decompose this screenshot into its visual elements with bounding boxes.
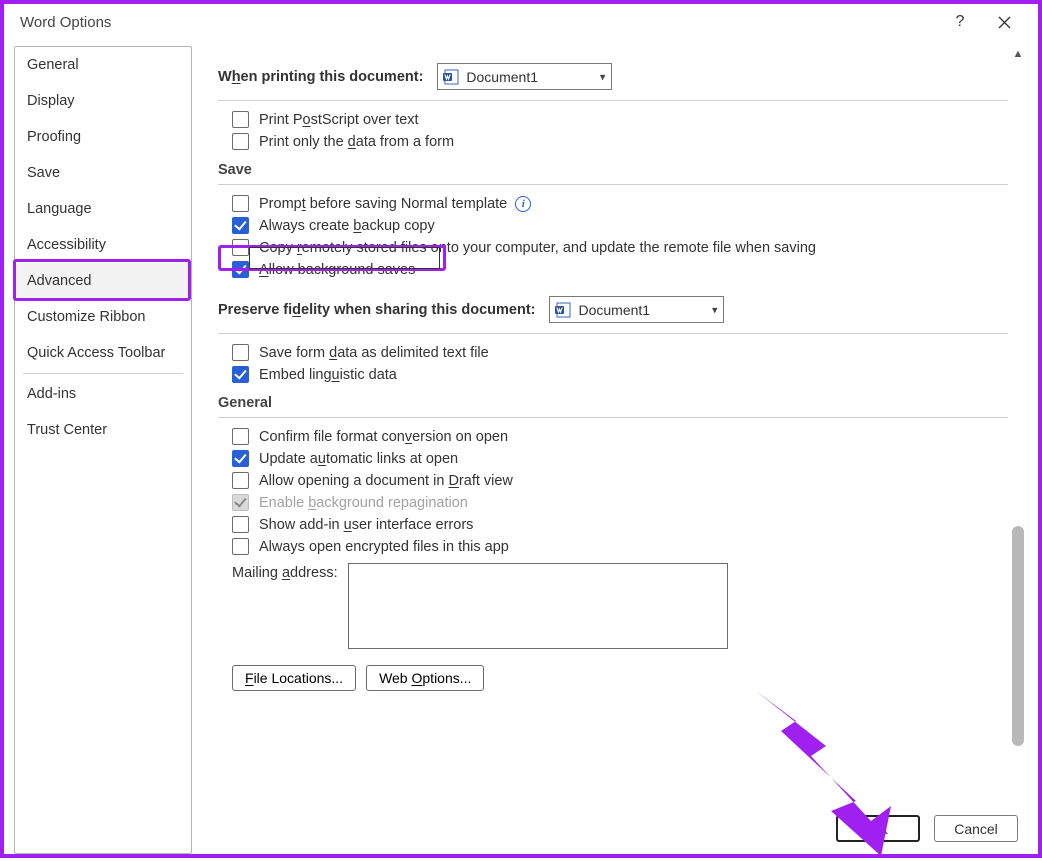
option-save-delimited[interactable]: Save form data as delimited text file <box>218 344 1008 361</box>
sidebar-item-display[interactable]: Display <box>15 83 191 119</box>
sidebar-separator <box>23 373 183 374</box>
option-label: Allow background saves <box>259 262 415 278</box>
section-rule <box>218 417 1008 418</box>
option-copy-remote[interactable]: Copy remotely stored files onto your com… <box>218 239 1008 256</box>
sidebar-item-customize-ribbon[interactable]: Customize Ribbon <box>15 299 191 335</box>
option-open-encrypted[interactable]: Always open encrypted files in this app <box>218 538 1008 555</box>
chevron-down-icon: ▾ <box>600 70 606 83</box>
dialog-title: Word Options <box>20 14 938 31</box>
option-confirm-conversion[interactable]: Confirm file format conversion on open <box>218 428 1008 445</box>
printing-heading: When printing this document: <box>218 69 423 85</box>
section-rule <box>218 184 1008 185</box>
checkbox[interactable] <box>232 516 249 533</box>
close-button[interactable] <box>982 7 1026 37</box>
checkbox[interactable] <box>232 217 249 234</box>
mailing-address-label: Mailing address: <box>232 563 338 581</box>
scroll-thumb[interactable] <box>1012 526 1024 746</box>
option-print-data-form[interactable]: Print only the data from a form <box>218 133 1008 150</box>
option-label: Update automatic links at open <box>259 451 458 467</box>
options-content: When printing this document: Document1 ▾ <box>218 46 1008 854</box>
checkbox <box>232 494 249 511</box>
option-print-postscript[interactable]: Print PostScript over text <box>218 111 1008 128</box>
sidebar-item-general[interactable]: General <box>15 47 191 83</box>
sidebar-item-advanced[interactable]: Advanced <box>15 263 191 299</box>
option-label: Print PostScript over text <box>259 112 419 128</box>
option-backup-copy[interactable]: Always create backup copy <box>218 217 1008 234</box>
file-locations-button[interactable]: File Locations... <box>232 665 356 691</box>
chevron-down-icon: ▾ <box>712 303 718 316</box>
option-prompt-normal[interactable]: Prompt before saving Normal template i <box>218 195 1008 212</box>
option-draft-view[interactable]: Allow opening a document in Draft view <box>218 472 1008 489</box>
word-document-icon <box>554 301 572 319</box>
fidelity-document-value: Document1 <box>578 302 650 318</box>
sidebar-item-proofing[interactable]: Proofing <box>15 119 191 155</box>
option-addin-errors[interactable]: Show add-in user interface errors <box>218 516 1008 533</box>
cancel-button[interactable]: Cancel <box>934 815 1018 842</box>
category-sidebar: General Display Proofing Save Language A… <box>14 46 192 854</box>
info-icon[interactable]: i <box>515 196 531 212</box>
vertical-scrollbar[interactable]: ▲ <box>1010 46 1026 806</box>
checkbox[interactable] <box>232 472 249 489</box>
section-rule <box>218 100 1008 101</box>
sidebar-item-save[interactable]: Save <box>15 155 191 191</box>
sidebar-item-accessibility[interactable]: Accessibility <box>15 227 191 263</box>
fidelity-heading: Preserve fidelity when sharing this docu… <box>218 302 535 318</box>
option-label: Allow opening a document in Draft view <box>259 473 513 489</box>
checkbox[interactable] <box>232 538 249 555</box>
option-label: Always create backup copy <box>259 218 435 234</box>
ok-button[interactable]: OK <box>836 815 920 842</box>
general-heading: General <box>218 395 1008 411</box>
checkbox[interactable] <box>232 344 249 361</box>
mailing-address-input[interactable] <box>348 563 728 649</box>
option-label: Print only the data from a form <box>259 134 454 150</box>
option-label: Show add-in user interface errors <box>259 517 473 533</box>
checkbox[interactable] <box>232 261 249 278</box>
sidebar-item-language[interactable]: Language <box>15 191 191 227</box>
checkbox[interactable] <box>232 195 249 212</box>
checkbox[interactable] <box>232 133 249 150</box>
option-label: Confirm file format conversion on open <box>259 429 508 445</box>
checkbox[interactable] <box>232 450 249 467</box>
option-auto-links[interactable]: Update automatic links at open <box>218 450 1008 467</box>
checkbox[interactable] <box>232 428 249 445</box>
fidelity-document-select[interactable]: Document1 ▾ <box>549 296 724 323</box>
close-icon <box>998 16 1011 29</box>
save-heading: Save <box>218 162 1008 178</box>
checkbox[interactable] <box>232 111 249 128</box>
scroll-up-icon[interactable]: ▲ <box>1012 48 1024 60</box>
option-label: Prompt before saving Normal template <box>259 196 507 212</box>
sidebar-item-quick-access[interactable]: Quick Access Toolbar <box>15 335 191 371</box>
option-label: Save form data as delimited text file <box>259 345 489 361</box>
printing-document-select[interactable]: Document1 ▾ <box>437 63 612 90</box>
web-options-button[interactable]: Web Options... <box>366 665 484 691</box>
option-label: Always open encrypted files in this app <box>259 539 509 555</box>
printing-document-value: Document1 <box>466 69 538 85</box>
option-background-saves[interactable]: Allow background saves <box>218 261 1008 278</box>
option-background-repagination: Enable background repagination <box>218 494 1008 511</box>
section-rule <box>218 333 1008 334</box>
word-document-icon <box>442 68 460 86</box>
sidebar-item-trust-center[interactable]: Trust Center <box>15 412 191 448</box>
option-label: Copy remotely stored files onto your com… <box>259 240 816 256</box>
sidebar-item-addins[interactable]: Add-ins <box>15 376 191 412</box>
checkbox[interactable] <box>232 366 249 383</box>
checkbox[interactable] <box>232 239 249 256</box>
option-label: Embed linguistic data <box>259 367 397 383</box>
option-embed-linguistic[interactable]: Embed linguistic data <box>218 366 1008 383</box>
help-button[interactable]: ? <box>938 7 982 37</box>
option-label: Enable background repagination <box>259 495 468 511</box>
